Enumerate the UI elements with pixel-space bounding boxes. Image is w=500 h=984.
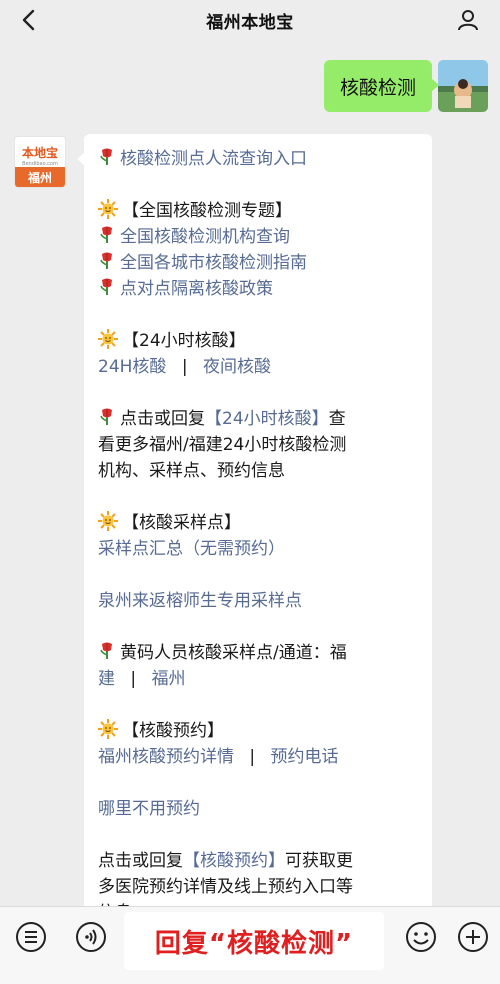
official-account-avatar[interactable]: 本地宝 Bendibao.com 福州 — [14, 136, 66, 188]
text-prefix: 点击或回复 — [120, 409, 205, 429]
tulip-icon — [98, 147, 116, 167]
tulip-icon — [98, 251, 116, 271]
section-heading: 【核酸采样点】 — [98, 510, 418, 536]
section-heading: 【核酸预约】 — [98, 718, 418, 744]
section-heading: 【24小时核酸】 — [98, 328, 418, 354]
separator: | — [249, 747, 256, 767]
link-row: 24H核酸 | 夜间核酸 — [98, 354, 418, 380]
user-message-bubble[interactable]: 核酸检测 — [323, 60, 440, 112]
list-item[interactable]: 哪里不用预约 — [98, 796, 418, 822]
link-fuzhou[interactable]: 福州 — [152, 669, 186, 689]
message-input[interactable]: 回复“核酸检测” — [124, 912, 384, 970]
info-text: 点击或回复【核酸预约】可获取更 — [98, 848, 418, 874]
tulip-icon — [98, 225, 116, 245]
user-avatar[interactable] — [438, 60, 488, 112]
separator: | — [181, 357, 188, 377]
link-yuyue-dianhua[interactable]: 预约电话 — [271, 747, 339, 767]
sun-icon — [98, 511, 118, 531]
input-text: 回复“核酸检测” — [154, 928, 354, 959]
list-item[interactable]: 全国核酸检测机构查询 — [98, 224, 418, 250]
user-message-text: 核酸检测 — [339, 76, 416, 99]
info-text: 点击或回复【24小时核酸】查 — [98, 406, 418, 432]
heading-text: 【核酸预约】 — [122, 721, 224, 741]
chat-title: 福州本地宝 — [206, 12, 294, 33]
logo-city: 福州 — [15, 167, 65, 187]
text-prefix: 点击或回复 — [98, 851, 183, 871]
heading-text: 【核酸采样点】 — [122, 513, 241, 533]
heading-text: 【全国核酸检测专题】 — [122, 201, 292, 221]
sun-icon — [98, 199, 118, 219]
tulip-icon — [98, 277, 116, 297]
voice-icon[interactable] — [74, 920, 108, 954]
link-row: 福州核酸预约详情 | 预约电话 — [98, 744, 418, 770]
list-item[interactable]: 全国各城市核酸检测指南 — [98, 250, 418, 276]
keyword-24h[interactable]: 【24小时核酸】 — [205, 409, 329, 429]
link-24h[interactable]: 24H核酸 — [98, 357, 166, 377]
keyword-yuyue[interactable]: 【核酸预约】 — [183, 851, 285, 871]
info-text: 黄码人员核酸采样点/通道：福 — [98, 640, 418, 666]
text-suffix: 可获取更 — [285, 851, 353, 871]
link-fujian[interactable]: 建 — [98, 669, 115, 689]
list-item[interactable]: 核酸检测点人流查询入口 — [98, 146, 418, 172]
link-caiyangdian[interactable]: 采样点汇总（无需预约） — [98, 539, 285, 559]
emoji-icon[interactable] — [404, 920, 438, 954]
tulip-icon — [98, 641, 116, 661]
info-text: 机构、采样点、预约信息 — [98, 461, 285, 481]
text-suffix: 查 — [328, 409, 346, 429]
menu-icon[interactable] — [14, 920, 48, 954]
link-yuyue-xiangqing[interactable]: 福州核酸预约详情 — [98, 747, 234, 767]
link-quanzhou[interactable]: 泉州来返榕师生专用采样点 — [98, 591, 302, 611]
list-item[interactable]: 泉州来返榕师生专用采样点 — [98, 588, 418, 614]
sun-icon — [98, 719, 118, 739]
info-text: 看更多福州/福建24小时核酸检测 — [98, 435, 347, 455]
link-renliu[interactable]: 核酸检测点人流查询入口 — [120, 149, 307, 169]
section-heading: 【全国核酸检测专题】 — [98, 198, 418, 224]
link-yejian[interactable]: 夜间核酸 — [203, 357, 271, 377]
info-text: 多医院预约详情及线上预约入口等 — [98, 877, 353, 897]
sun-icon — [98, 329, 118, 349]
bot-message-bubble: 核酸检测点人流查询入口 【全国核酸检测专题】 全国核酸检测机构查询 全国各城市核… — [84, 134, 432, 924]
heading-text: 【24小时核酸】 — [122, 331, 246, 351]
plus-icon[interactable] — [456, 920, 490, 954]
link-geli[interactable]: 点对点隔离核酸政策 — [120, 279, 273, 299]
top-nav-bar: 福州本地宝 — [0, 0, 500, 40]
list-item[interactable]: 采样点汇总（无需预约） — [98, 536, 418, 562]
user-icon[interactable] — [454, 6, 482, 34]
list-item[interactable]: 点对点隔离核酸政策 — [98, 276, 418, 302]
link-jigou[interactable]: 全国核酸检测机构查询 — [120, 227, 290, 247]
back-icon[interactable] — [14, 6, 42, 34]
link-buyong-yuyue[interactable]: 哪里不用预约 — [98, 799, 200, 819]
tulip-icon — [98, 407, 116, 427]
text-huangma: 黄码人员核酸采样点/通道：福 — [120, 643, 347, 663]
link-row: 建 | 福州 — [98, 666, 418, 692]
link-zhinan[interactable]: 全国各城市核酸检测指南 — [120, 253, 307, 273]
separator: | — [130, 669, 137, 689]
